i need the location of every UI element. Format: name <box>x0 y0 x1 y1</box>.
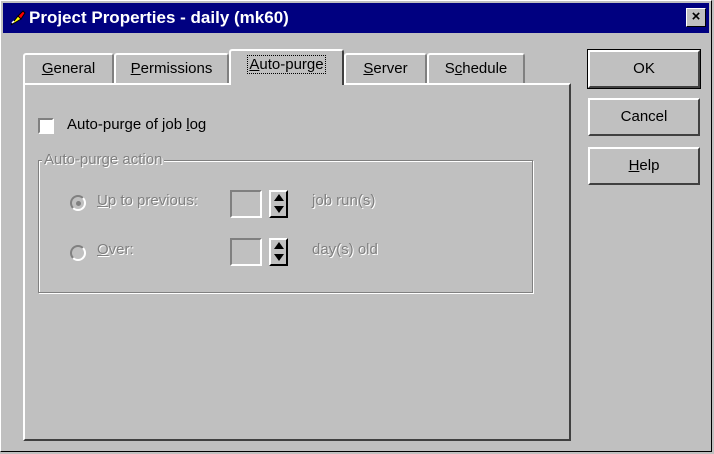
window-title: Project Properties - daily (mk60) <box>29 8 289 27</box>
job-runs-spinner[interactable] <box>269 190 288 218</box>
title-bar[interactable]: Project Properties - daily (mk60) × <box>3 3 709 33</box>
job-runs-unit: job run(s) <box>312 192 376 209</box>
project-icon <box>10 10 26 26</box>
ok-button[interactable]: OK <box>587 49 701 89</box>
up-to-previous-radio[interactable] <box>70 195 86 211</box>
close-button[interactable]: × <box>686 8 706 27</box>
tab-server[interactable]: Server <box>344 53 427 83</box>
days-old-input[interactable] <box>230 238 262 266</box>
spin-down-icon <box>274 254 284 261</box>
spin-up-icon <box>274 194 284 201</box>
auto-purge-checkbox[interactable] <box>38 118 54 134</box>
up-to-previous-label[interactable]: Up to previous: <box>97 192 198 209</box>
tab-schedule[interactable]: Schedule <box>427 53 525 83</box>
cancel-button[interactable]: Cancel <box>588 98 700 136</box>
group-title: Auto-purge action <box>42 151 165 168</box>
auto-purge-action-group <box>38 160 533 293</box>
job-runs-input[interactable] <box>230 190 262 218</box>
tab-permissions[interactable]: Permissions <box>114 53 229 83</box>
days-old-spinner[interactable] <box>269 238 288 266</box>
spin-down-icon <box>274 206 284 213</box>
days-old-unit: day(s) old <box>312 241 378 258</box>
project-properties-dialog: Project Properties - daily (mk60) × Gene… <box>0 0 712 452</box>
tab-auto-purge[interactable]: Auto-purge <box>229 49 344 85</box>
over-radio[interactable] <box>70 245 86 261</box>
over-label[interactable]: Over: <box>97 241 134 258</box>
help-button[interactable]: Help <box>588 147 700 185</box>
tab-general[interactable]: General <box>23 53 114 83</box>
auto-purge-checkbox-label[interactable]: Auto-purge of job log <box>67 116 206 133</box>
close-icon: × <box>691 8 701 25</box>
spin-up-icon <box>274 242 284 249</box>
